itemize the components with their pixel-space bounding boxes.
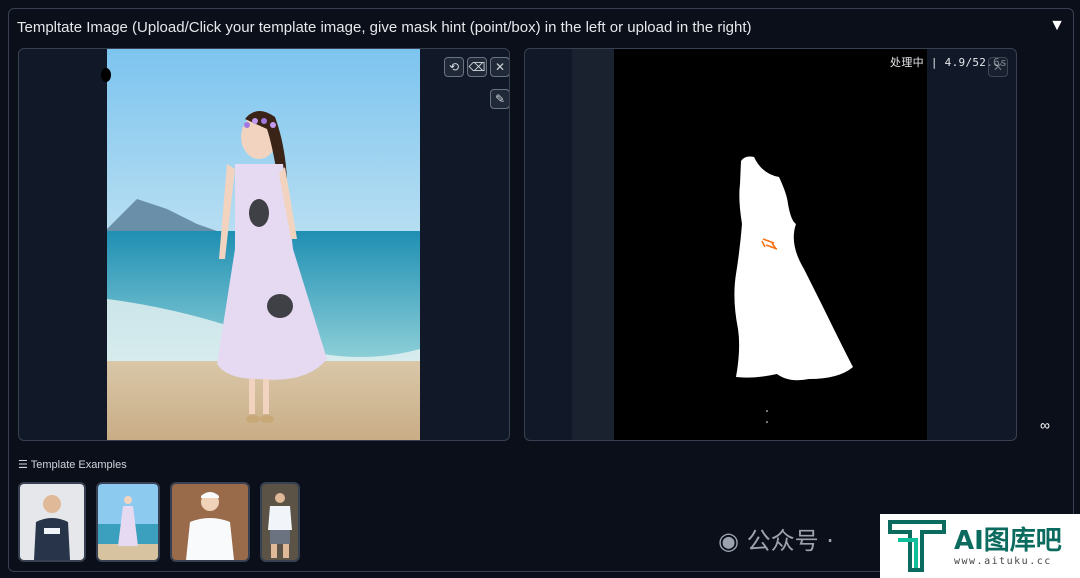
examples-gallery bbox=[18, 482, 300, 562]
mask-padding-strip bbox=[572, 49, 614, 440]
template-photo[interactable] bbox=[107, 49, 420, 440]
eraser-icon[interactable]: ⌫ bbox=[467, 57, 487, 77]
template-image-editor[interactable]: ⟲ ⌫ ✕ ✎ bbox=[18, 48, 510, 441]
mask-output-panel[interactable]: 处理中 | 4.9/52.6s ✕ bbox=[524, 48, 1017, 441]
close-icon[interactable]: ✕ bbox=[490, 57, 509, 77]
dress-mask-shape bbox=[734, 156, 853, 423]
wechat-icon: ◉ bbox=[718, 527, 739, 555]
wechat-watermark: ◉ 公众号 · bbox=[718, 521, 834, 556]
template-image-panel: Templtate Image (Upload/Click your templ… bbox=[8, 8, 1074, 572]
panel-title: Templtate Image (Upload/Click your templ… bbox=[17, 19, 752, 36]
example-thumb[interactable] bbox=[170, 482, 250, 562]
close-icon[interactable]: ✕ bbox=[988, 57, 1008, 77]
aituku-logo-icon bbox=[888, 520, 946, 572]
brush-icon[interactable]: ✎ bbox=[490, 89, 509, 109]
collapse-arrow-icon[interactable]: ▼ bbox=[1049, 17, 1065, 35]
mask-hint-point bbox=[249, 199, 269, 227]
undo-icon[interactable]: ⟲ bbox=[444, 57, 464, 77]
watermark-text: 公众号 · bbox=[746, 527, 834, 555]
examples-heading: ☰ Template Examples bbox=[18, 458, 127, 471]
logo-url: www.aituku.cc bbox=[954, 556, 1052, 567]
examples-label: Template Examples bbox=[30, 459, 127, 471]
example-thumb[interactable] bbox=[18, 482, 86, 562]
example-thumb[interactable] bbox=[260, 482, 300, 562]
mask-image bbox=[614, 49, 927, 440]
infinity-icon[interactable]: ∞ bbox=[1040, 417, 1050, 433]
list-icon: ☰ bbox=[18, 459, 28, 471]
mask-hint-point bbox=[267, 294, 293, 318]
example-thumb[interactable] bbox=[96, 482, 160, 562]
logo-title: AI图库吧 bbox=[954, 526, 1062, 556]
aituku-logo: AI图库吧 www.aituku.cc bbox=[880, 514, 1080, 578]
mask-hint-point bbox=[101, 68, 111, 82]
